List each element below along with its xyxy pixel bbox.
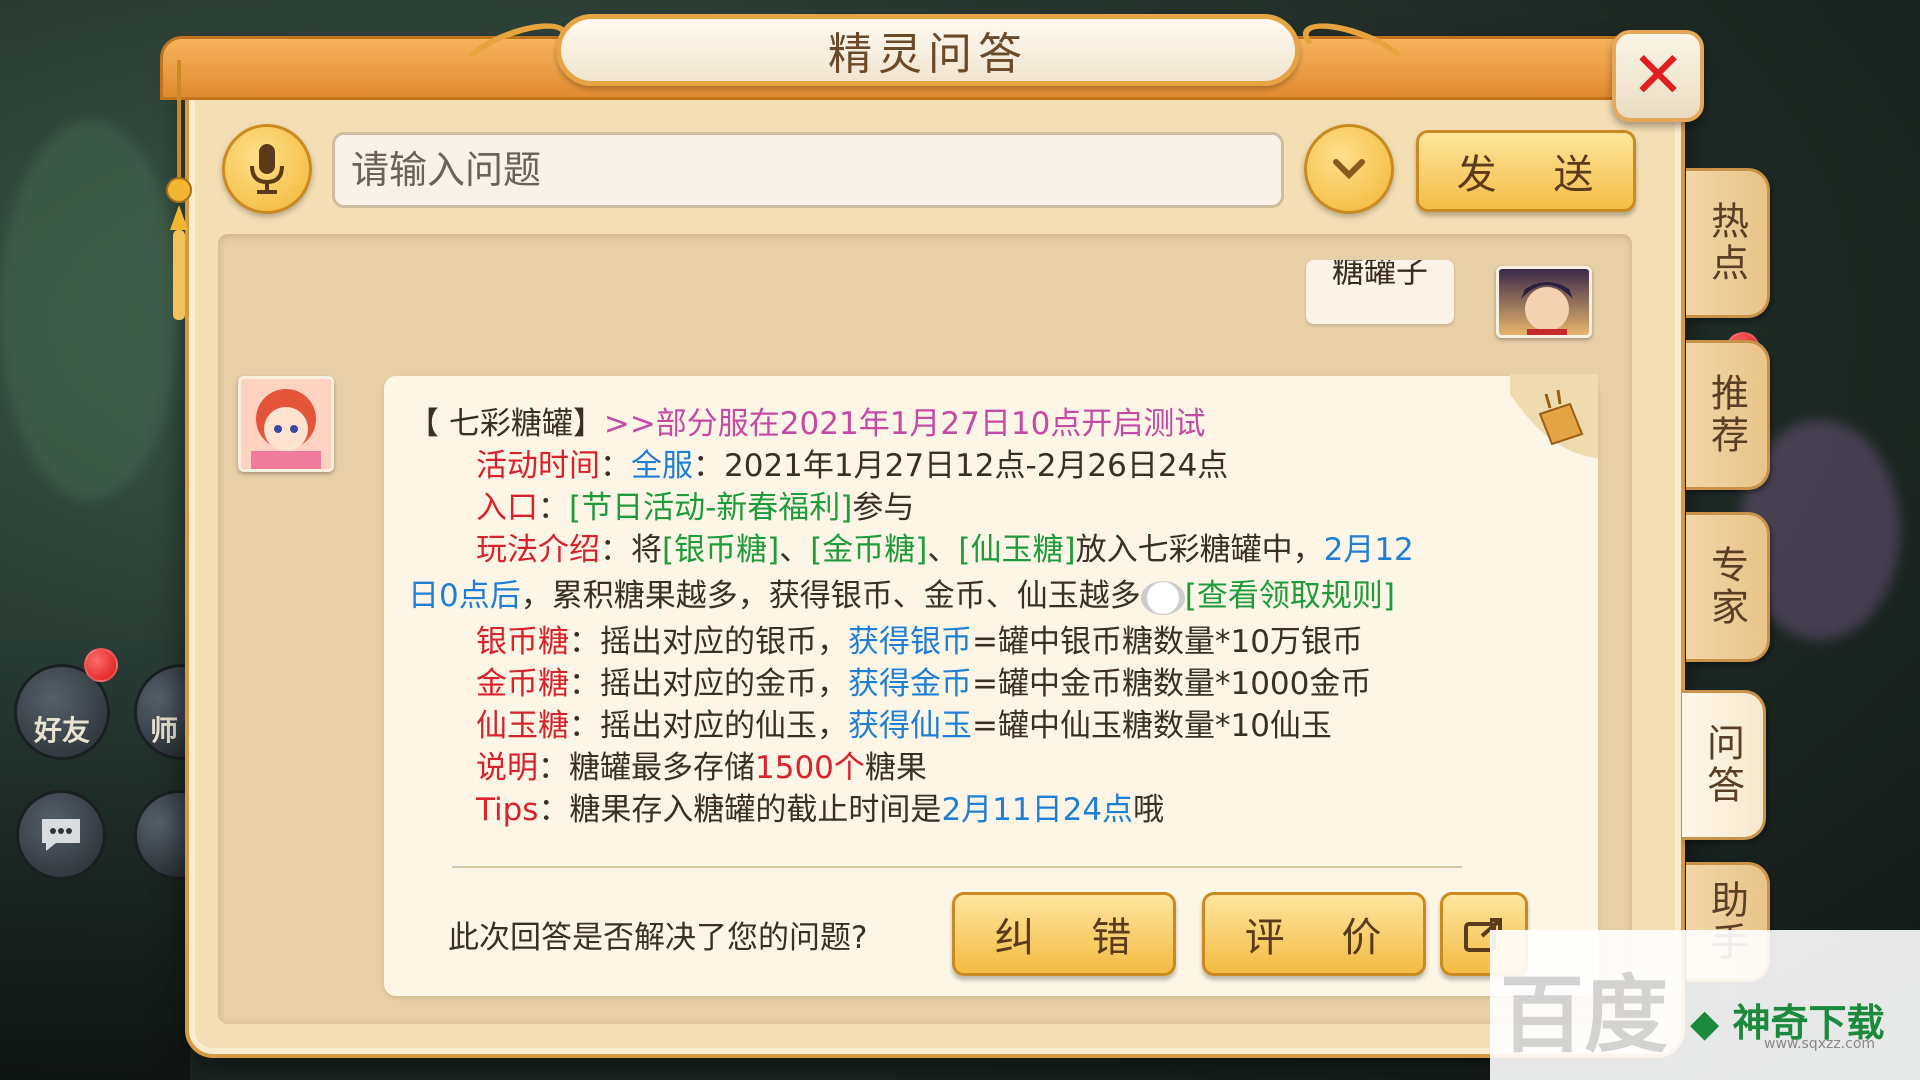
chat-button[interactable] xyxy=(16,790,106,880)
answer-line-play-cont: 日0点后，累积糖果越多，获得银币、金币、仙玉越多 [查看领取规则] xyxy=(408,578,1395,615)
send-button[interactable]: 发 送 xyxy=(1416,130,1636,212)
book-icon[interactable] xyxy=(1510,374,1598,458)
history-dropdown-button[interactable] xyxy=(1304,124,1394,214)
voice-input-button[interactable] xyxy=(222,124,312,214)
play-date: 2月12 xyxy=(1323,532,1414,568)
answer-line-time: 活动时间：全服：2021年1月27日12点-2月26日24点 xyxy=(476,448,1229,484)
feedback-question: 此次回答是否解决了您的问题? xyxy=(448,920,868,956)
rules-link[interactable]: [查看领取规则] xyxy=(1185,578,1395,614)
watermark-url: www.sqxzz.com xyxy=(1764,1036,1876,1052)
answer-line-tips: Tips：糖果存入糖罐的截止时间是2月11日24点哦 xyxy=(476,792,1165,828)
background-glow xyxy=(0,120,180,500)
user-avatar xyxy=(1496,266,1592,338)
answer-divider xyxy=(452,866,1462,868)
hud-red-text xyxy=(10,912,190,948)
answer-line-entry: 入口：[节日活动-新春福利]参与 xyxy=(476,490,915,526)
dialog-title: 精灵问答 xyxy=(828,29,1028,80)
tab-qa[interactable]: 问答 xyxy=(1682,690,1766,840)
friends-label: 好友 xyxy=(33,714,90,747)
rate-button[interactable]: 评 价 xyxy=(1202,892,1426,976)
time-label: 活动时间 xyxy=(476,448,600,484)
close-icon: ✕ xyxy=(1631,39,1685,113)
answer-title: 【 七彩糖罐】 xyxy=(408,406,604,442)
answer-line-jade: 仙玉糖：摇出对应的仙玉，获得仙玉=罐中仙玉糖数量*10仙玉 xyxy=(476,708,1332,744)
entry-link[interactable]: [节日活动-新春福利] xyxy=(569,490,852,526)
chat-bubble-icon xyxy=(42,819,80,851)
item-gold-candy[interactable]: [金币糖] xyxy=(810,532,927,568)
watermark-baidu: 百度 xyxy=(1500,966,1669,1064)
tab-recommend[interactable]: 推荐 xyxy=(1686,340,1770,490)
tab-hot[interactable]: 热点 xyxy=(1686,168,1770,318)
answer-notice: >>部分服在2021年1月27日10点开启测试 xyxy=(603,406,1206,442)
item-jade-candy[interactable]: [仙玉糖] xyxy=(958,532,1075,568)
chevron-down-icon xyxy=(1333,159,1365,180)
bottom-scroll-text xyxy=(590,1058,1290,1080)
emoji-icon xyxy=(1140,580,1185,615)
master-label: 师 xyxy=(149,714,178,747)
play-label: 玩法介绍 xyxy=(476,532,600,568)
answer-line-silver: 银币糖：摇出对应的银币，获得银币=罐中银币糖数量*10万银币 xyxy=(476,624,1363,660)
entry-suffix: 参与 xyxy=(852,490,915,526)
answer-line-note: 说明：糖罐最多存储1500个糖果 xyxy=(476,750,927,786)
question-input[interactable] xyxy=(332,132,1284,208)
time-value: ：2021年1月27日12点-2月26日24点 xyxy=(693,448,1229,484)
entry-label: 入口 xyxy=(476,490,538,526)
answer-line-gold: 金币糖：摇出对应的金币，获得金币=罐中金币糖数量*1000金币 xyxy=(476,666,1372,702)
item-silver-candy[interactable]: [银币糖] xyxy=(662,532,779,568)
friends-notification-dot xyxy=(84,648,118,682)
title-plate: 精灵问答 xyxy=(556,14,1300,86)
tab-expert[interactable]: 专家 xyxy=(1686,512,1770,662)
user-message-text: 糖罐子 xyxy=(1331,260,1428,290)
time-scope: 全服 xyxy=(631,448,693,484)
answer-line-header: 【 七彩糖罐】>>部分服在2021年1月27日10点开启测试 xyxy=(408,398,1205,443)
close-button[interactable]: ✕ xyxy=(1612,30,1704,122)
tassel-ornament xyxy=(166,60,192,320)
answer-line-play: 玩法介绍：将[银币糖]、[金币糖]、[仙玉糖]放入七彩糖罐中，2月12 xyxy=(476,532,1414,568)
user-message-bubble: 糖罐子 xyxy=(1306,260,1454,324)
correct-error-button[interactable]: 纠 错 xyxy=(952,892,1176,976)
microphone-icon xyxy=(250,144,284,194)
assistant-avatar xyxy=(238,376,334,472)
